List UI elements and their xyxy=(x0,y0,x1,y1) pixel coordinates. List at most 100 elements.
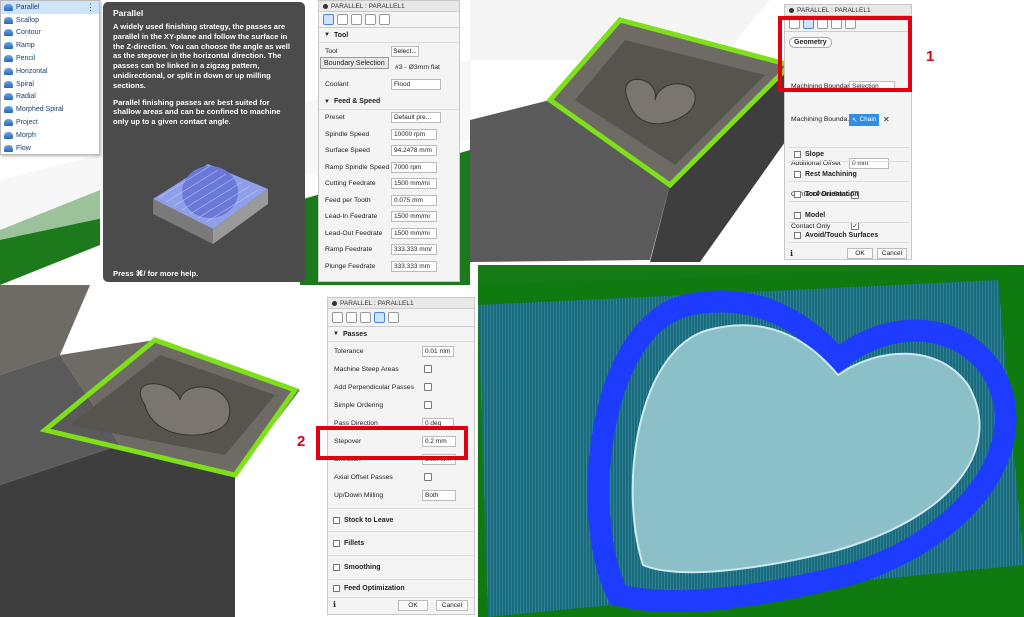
section-tool-orientation[interactable]: Tool Orientation xyxy=(789,187,909,202)
preset-select[interactable]: Default pre... xyxy=(391,112,441,124)
section-feed-optimization[interactable]: Feed Optimization xyxy=(328,580,474,598)
coolant-select[interactable]: Flood xyxy=(391,78,441,90)
project-icon xyxy=(4,119,13,127)
more-icon[interactable]: ⋮ xyxy=(86,2,95,13)
menu-item-horizontal[interactable]: Horizontal xyxy=(1,65,99,78)
contour-icon xyxy=(4,29,13,37)
ok-button[interactable]: OK xyxy=(847,248,873,259)
surface-speed-input[interactable]: 94.2478 m/m xyxy=(391,145,437,157)
menu-item-spiral[interactable]: Spiral xyxy=(1,78,99,91)
perpendicular-checkbox[interactable] xyxy=(424,383,432,391)
parallel-icon xyxy=(4,3,13,11)
strategy-tooltip: Parallel A widely used finishing strateg… xyxy=(103,2,305,282)
viewport-bottom-left[interactable] xyxy=(0,285,330,617)
dialog-icon xyxy=(323,3,328,9)
section-fillets[interactable]: Fillets xyxy=(328,532,474,556)
cutting-feed-input[interactable]: 1500 mm/mi xyxy=(391,178,437,190)
section-stock-to-leave[interactable]: Stock to Leave xyxy=(328,508,474,532)
section-feed-speed[interactable]: ▼ Feed & Speed xyxy=(319,95,459,110)
section-avoid-touch[interactable]: Avoid/Touch Surfaces xyxy=(789,228,909,243)
steep-areas-checkbox[interactable] xyxy=(424,365,432,373)
row-plunge-feed: Plunge Feedrate 333.333 mm xyxy=(319,258,459,275)
menu-item-ramp[interactable]: Ramp xyxy=(1,39,99,52)
row-lead-out: Lead-Out Feedrate 1500 mm/mi xyxy=(319,225,459,242)
menu-item-project[interactable]: Project xyxy=(1,116,99,129)
row-preset: Preset Default pre... xyxy=(319,110,459,127)
row-boundary-chain: Machining Bounda... ↖ Chain ✕ xyxy=(791,113,890,126)
viewport-top-right[interactable] xyxy=(470,0,1024,262)
cancel-button[interactable]: Cancel xyxy=(436,600,468,611)
row-simple-ordering: Simple Ordering xyxy=(328,396,474,414)
menu-item-pencil[interactable]: Pencil xyxy=(1,52,99,65)
row-surface-speed: Surface Speed 94.2478 m/m xyxy=(319,143,459,160)
plunge-feed-input[interactable]: 333.333 mm xyxy=(391,260,437,272)
info-icon[interactable]: ℹ xyxy=(333,600,336,609)
section-passes[interactable]: ▼ Passes xyxy=(328,327,474,342)
section-slope[interactable]: Slope xyxy=(789,147,909,162)
tab-geometry[interactable] xyxy=(337,14,348,25)
feed-tooth-input[interactable]: 0.075 mm xyxy=(391,194,437,206)
row-axial-offset: Axial Offset Passes xyxy=(328,468,474,486)
section-rest-machining[interactable]: Rest Machining xyxy=(789,167,909,182)
axial-offset-checkbox[interactable] xyxy=(424,473,432,481)
dialog-tabs[interactable] xyxy=(328,309,474,327)
section-model[interactable]: Model xyxy=(789,208,909,223)
tab-tool[interactable] xyxy=(332,312,343,323)
dialog-header[interactable]: PARALLEL : PARALLEL1 xyxy=(785,5,911,16)
row-cutting-feed: Cutting Feedrate 1500 mm/mi xyxy=(319,176,459,193)
tab-tool[interactable] xyxy=(323,14,334,25)
tab-geometry[interactable] xyxy=(346,312,357,323)
row-perpendicular: Add Perpendicular Passes xyxy=(328,378,474,396)
tab-heights[interactable] xyxy=(351,14,362,25)
horizontal-icon xyxy=(4,67,13,75)
tab-linking[interactable] xyxy=(388,312,399,323)
dialog-tool-feed[interactable]: PARALLEL : PARALLEL1 ▼ Tool Tool Select...… xyxy=(318,0,460,282)
tab-passes[interactable] xyxy=(374,312,385,323)
ok-button[interactable]: OK xyxy=(398,600,428,611)
dialog-icon xyxy=(332,300,337,306)
tab-heights[interactable] xyxy=(360,312,371,323)
menu-item-radial[interactable]: Radial xyxy=(1,91,99,104)
row-up-down-milling: Up/Down Milling Both xyxy=(328,486,474,504)
morphed-spiral-icon xyxy=(4,106,13,114)
info-icon[interactable]: ℹ xyxy=(790,249,793,258)
callout-box-2 xyxy=(316,426,468,460)
strategy-menu[interactable]: Parallel ⋮ Scallop Contour Ramp Pencil Ho… xyxy=(0,0,100,155)
tolerance-input[interactable]: 0.01 mm xyxy=(422,345,454,357)
clear-selection-icon[interactable]: ✕ xyxy=(883,115,890,124)
part-model-stepover xyxy=(0,285,300,617)
menu-item-contour[interactable]: Contour xyxy=(1,27,99,40)
dialog-icon xyxy=(789,7,794,13)
row-ramp-spindle: Ramp Spindle Speed 7000 rpm xyxy=(319,159,459,176)
ramp-feed-input[interactable]: 333.333 mm/ xyxy=(391,244,437,256)
dialog-header[interactable]: PARALLEL : PARALLEL1 xyxy=(319,1,459,12)
scallop-icon xyxy=(4,16,13,24)
radial-icon xyxy=(4,93,13,101)
menu-item-flow[interactable]: Flow xyxy=(1,142,99,155)
lead-out-input[interactable]: 1500 mm/mi xyxy=(391,227,437,239)
tooltip-description: A widely used finishing strategy, the pa… xyxy=(113,22,290,90)
toolpath-render xyxy=(478,265,1024,617)
parallel-preview-image xyxy=(153,163,268,244)
cancel-button[interactable]: Cancel xyxy=(877,248,907,259)
ramp-spindle-input[interactable]: 7000 rpm xyxy=(391,161,437,173)
menu-item-scallop[interactable]: Scallop xyxy=(1,14,99,27)
spindle-speed-input[interactable]: 10000 rpm xyxy=(391,128,437,140)
up-down-milling-select[interactable]: Both xyxy=(422,489,456,501)
viewport-bottom-right-toolpath[interactable] xyxy=(478,265,1024,617)
lead-in-input[interactable]: 1500 mm/mi xyxy=(391,211,437,223)
tool-select-button[interactable]: Select... xyxy=(391,45,419,57)
part-model-selected-boundary xyxy=(470,0,795,262)
dialog-tabs[interactable] xyxy=(319,12,459,28)
section-smoothing[interactable]: Smoothing xyxy=(328,556,474,580)
row-spindle-speed: Spindle Speed 10000 rpm xyxy=(319,126,459,143)
tab-linking[interactable] xyxy=(379,14,390,25)
chain-button[interactable]: ↖ Chain xyxy=(849,113,879,126)
tab-passes[interactable] xyxy=(365,14,376,25)
simple-ordering-checkbox[interactable] xyxy=(424,401,432,409)
section-tool[interactable]: ▼ Tool xyxy=(319,28,459,43)
menu-item-morphed-spiral[interactable]: Morphed Spiral xyxy=(1,103,99,116)
menu-item-parallel[interactable]: Parallel ⋮ xyxy=(1,1,99,14)
dialog-header[interactable]: PARALLEL : PARALLEL1 xyxy=(328,298,474,309)
menu-item-morph[interactable]: Morph xyxy=(1,129,99,142)
